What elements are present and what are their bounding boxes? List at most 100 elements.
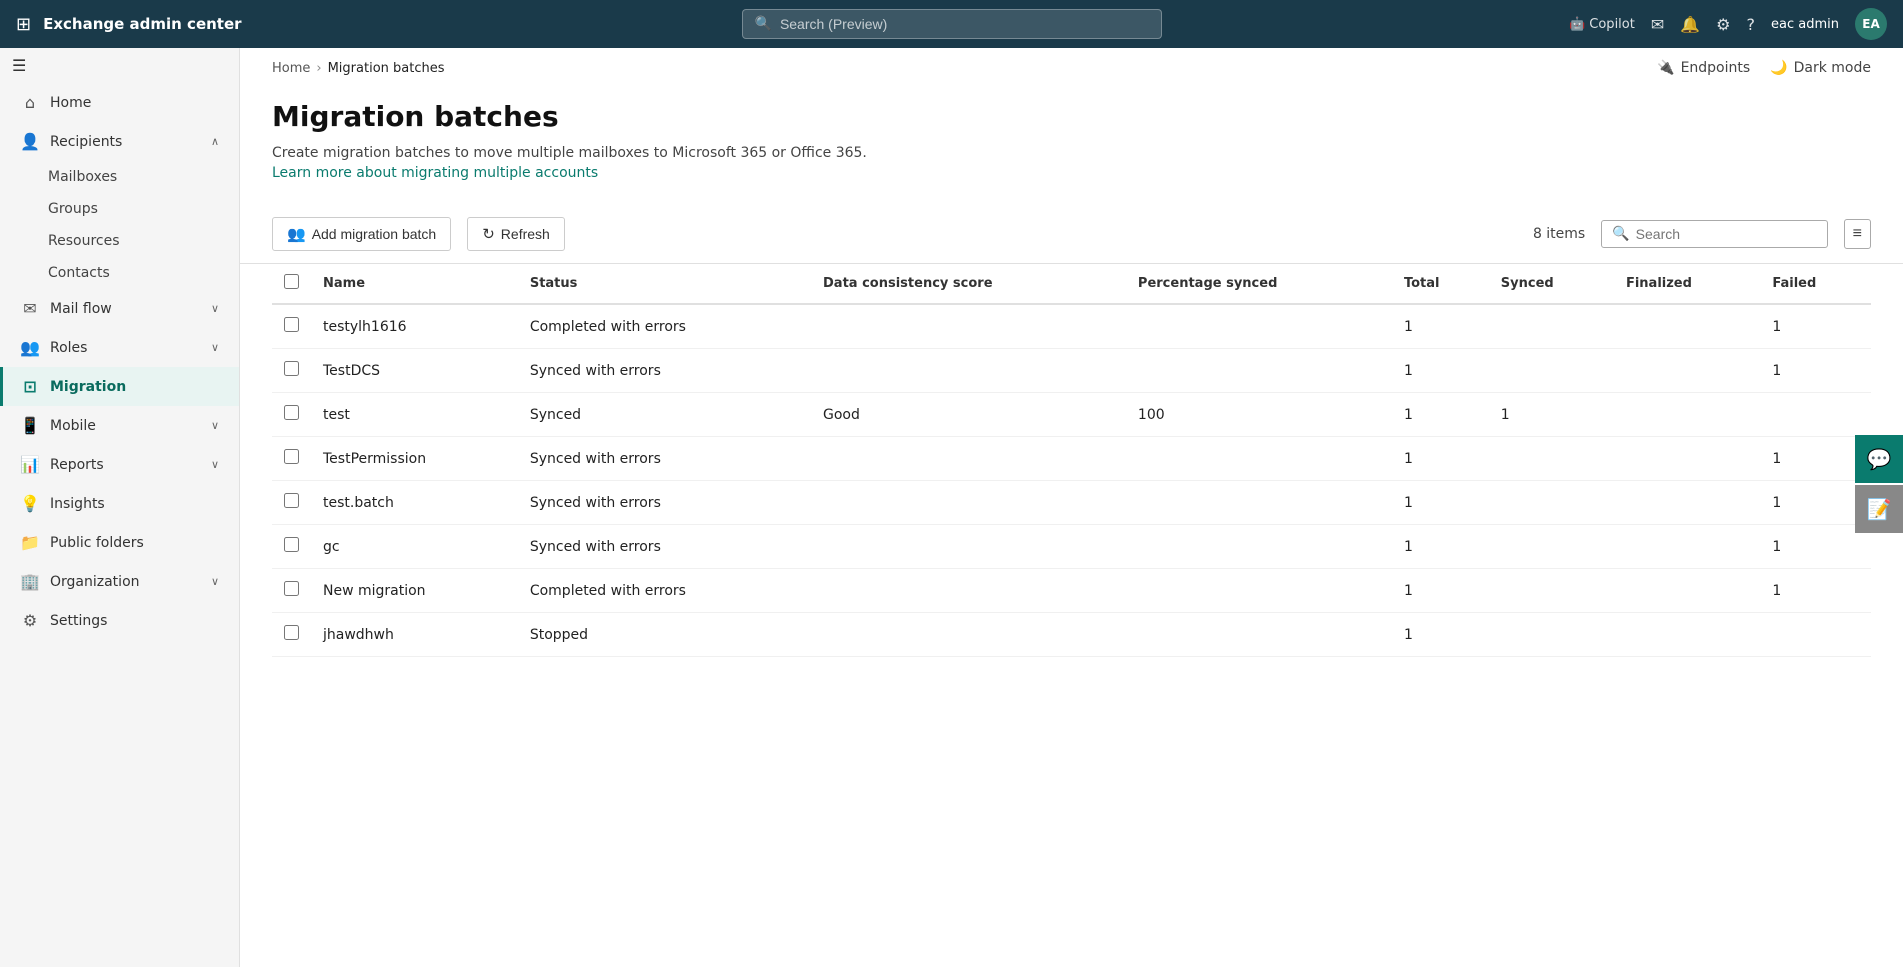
chevron-up-icon: ∧ <box>211 135 219 148</box>
feedback-button[interactable]: 📝 <box>1855 485 1903 533</box>
migration-table: Name Status Data consistency score Perce… <box>272 264 1871 657</box>
sidebar-toggle[interactable]: ☰ <box>0 48 239 83</box>
table-row[interactable]: test.batch Synced with errors 1 1 <box>272 481 1871 525</box>
cell-status-6: Completed with errors <box>518 569 811 613</box>
recipients-icon: 👤 <box>20 132 40 151</box>
sidebar-item-contacts[interactable]: Contacts <box>0 257 239 289</box>
cell-failed-0: 1 <box>1760 304 1871 349</box>
cell-name-2: test <box>311 393 518 437</box>
cell-consistency-5 <box>811 525 1126 569</box>
row-checkbox-7[interactable] <box>284 625 299 640</box>
filter-icon: ≡ <box>1853 225 1862 242</box>
refresh-button[interactable]: ↻ Refresh <box>467 217 565 251</box>
page-header: Migration batches Create migration batch… <box>240 76 1903 193</box>
copilot-button[interactable]: 🤖 Copilot <box>1569 17 1635 32</box>
table-search-input[interactable] <box>1636 226 1817 242</box>
col-header-finalized: Finalized <box>1614 264 1760 304</box>
table-row[interactable]: gc Synced with errors 1 1 <box>272 525 1871 569</box>
table-row[interactable]: TestPermission Synced with errors 1 1 <box>272 437 1871 481</box>
cell-consistency-7 <box>811 613 1126 657</box>
feedback-icon: 📝 <box>1867 497 1892 521</box>
cell-synced-7 <box>1489 613 1614 657</box>
sidebar-item-resources[interactable]: Resources <box>0 225 239 257</box>
select-all-checkbox[interactable] <box>284 274 299 289</box>
main-content: Home › Migration batches 🔌 Endpoints 🌙 D… <box>240 48 1903 967</box>
sidebar-item-groups[interactable]: Groups <box>0 193 239 225</box>
chat-button[interactable]: 💬 <box>1855 435 1903 483</box>
row-checkbox-5[interactable] <box>284 537 299 552</box>
cell-name-4: test.batch <box>311 481 518 525</box>
sidebar: ☰ ⌂ Home 👤 Recipients ∧ Mailboxes Groups… <box>0 48 240 967</box>
cell-finalized-1 <box>1614 349 1760 393</box>
sidebar-item-insights[interactable]: 💡 Insights <box>0 484 239 523</box>
cell-percentage-6 <box>1126 569 1392 613</box>
refresh-icon: ↻ <box>482 225 495 243</box>
cell-name-7: jhawdhwh <box>311 613 518 657</box>
row-checkbox-2[interactable] <box>284 405 299 420</box>
page-description: Create migration batches to move multipl… <box>272 145 1871 161</box>
cell-status-2: Synced <box>518 393 811 437</box>
cell-status-5: Synced with errors <box>518 525 811 569</box>
sidebar-item-migration[interactable]: ⊡ Migration <box>0 367 239 406</box>
cell-total-2: 1 <box>1392 393 1489 437</box>
breadcrumb-current: Migration batches <box>328 61 445 76</box>
waffle-icon[interactable]: ⊞ <box>16 14 31 35</box>
toolbar: 👥 Add migration batch ↻ Refresh 8 items … <box>240 205 1903 264</box>
cell-synced-4 <box>1489 481 1614 525</box>
sidebar-item-home[interactable]: ⌂ Home <box>0 83 239 122</box>
col-header-percentage: Percentage synced <box>1126 264 1392 304</box>
row-checkbox-0[interactable] <box>284 317 299 332</box>
learn-more-link[interactable]: Learn more about migrating multiple acco… <box>272 165 598 181</box>
cell-finalized-0 <box>1614 304 1760 349</box>
cell-consistency-2: Good <box>811 393 1126 437</box>
chevron-down-icon4: ∨ <box>211 458 219 471</box>
breadcrumb-sep: › <box>316 61 321 76</box>
home-icon: ⌂ <box>20 93 40 112</box>
breadcrumb-bar: Home › Migration batches 🔌 Endpoints 🌙 D… <box>240 48 1903 76</box>
darkmode-button[interactable]: 🌙 Dark mode <box>1770 60 1871 76</box>
sidebar-item-mobile[interactable]: 📱 Mobile ∨ <box>0 406 239 445</box>
sidebar-item-mailflow[interactable]: ✉ Mail flow ∨ <box>0 289 239 328</box>
sidebar-item-publicfolders[interactable]: 📁 Public folders <box>0 523 239 562</box>
cell-finalized-4 <box>1614 481 1760 525</box>
cell-name-5: gc <box>311 525 518 569</box>
cell-failed-6: 1 <box>1760 569 1871 613</box>
filter-button[interactable]: ≡ <box>1844 219 1871 249</box>
table-row[interactable]: New migration Completed with errors 1 1 <box>272 569 1871 613</box>
settings-icon[interactable]: ⚙ <box>1716 15 1730 34</box>
row-checkbox-3[interactable] <box>284 449 299 464</box>
settings-nav-icon: ⚙ <box>20 611 40 630</box>
row-checkbox-6[interactable] <box>284 581 299 596</box>
table-row[interactable]: jhawdhwh Stopped 1 <box>272 613 1871 657</box>
row-checkbox-1[interactable] <box>284 361 299 376</box>
sidebar-item-settings[interactable]: ⚙ Settings <box>0 601 239 640</box>
sidebar-item-mailboxes[interactable]: Mailboxes <box>0 161 239 193</box>
sidebar-item-organization[interactable]: 🏢 Organization ∨ <box>0 562 239 601</box>
cell-name-1: TestDCS <box>311 349 518 393</box>
col-header-name: Name <box>311 264 518 304</box>
cell-percentage-0 <box>1126 304 1392 349</box>
row-checkbox-4[interactable] <box>284 493 299 508</box>
cell-percentage-5 <box>1126 525 1392 569</box>
avatar[interactable]: EA <box>1855 8 1887 40</box>
table-row[interactable]: testylh1616 Completed with errors 1 1 <box>272 304 1871 349</box>
endpoints-button[interactable]: 🔌 Endpoints <box>1657 60 1750 76</box>
sidebar-item-recipients[interactable]: 👤 Recipients ∧ <box>0 122 239 161</box>
add-migration-batch-button[interactable]: 👥 Add migration batch <box>272 217 451 251</box>
global-search-input[interactable] <box>780 16 1149 32</box>
breadcrumb-home[interactable]: Home <box>272 61 310 76</box>
table-container: Name Status Data consistency score Perce… <box>240 264 1903 689</box>
sidebar-item-reports[interactable]: 📊 Reports ∨ <box>0 445 239 484</box>
table-row[interactable]: TestDCS Synced with errors 1 1 <box>272 349 1871 393</box>
table-row[interactable]: test Synced Good 100 1 1 <box>272 393 1871 437</box>
mail-icon[interactable]: ✉ <box>1651 15 1664 34</box>
chevron-down-icon3: ∨ <box>211 419 219 432</box>
bell-icon[interactable]: 🔔 <box>1680 15 1700 34</box>
breadcrumb: Home › Migration batches <box>272 61 445 76</box>
sidebar-item-roles[interactable]: 👥 Roles ∨ <box>0 328 239 367</box>
cell-synced-5 <box>1489 525 1614 569</box>
top-nav-left: ⊞ Exchange admin center <box>16 14 242 35</box>
cell-status-3: Synced with errors <box>518 437 811 481</box>
cell-synced-2: 1 <box>1489 393 1614 437</box>
help-icon[interactable]: ? <box>1747 15 1756 34</box>
